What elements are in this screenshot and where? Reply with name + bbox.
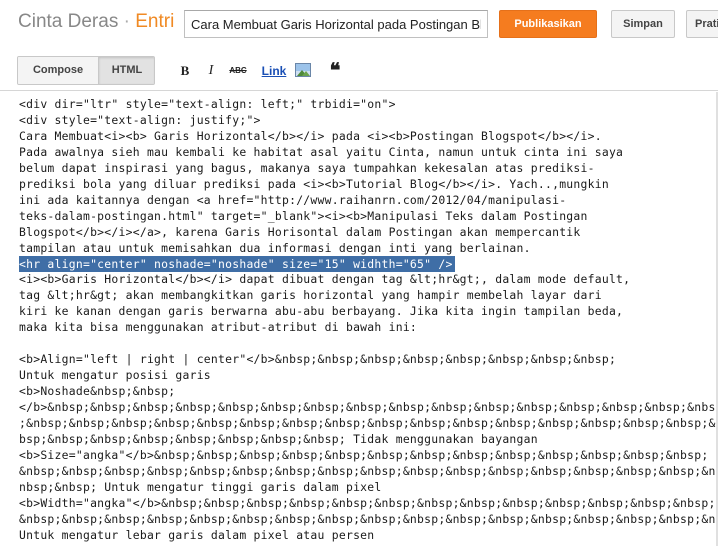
code-line: <b>Size="angka"</b>&nbsp;&nbsp;&nbsp;&nb… xyxy=(19,447,709,462)
code-line: Untuk mengatur posisi garis xyxy=(19,368,211,383)
blog-title[interactable]: Cinta Deras · Entri xyxy=(18,11,174,33)
code-line: <b>Width="angka"</b>&nbsp;&nbsp;&nbsp;&n… xyxy=(19,495,716,510)
code-line-selected: <hr align="center" noshade="noshade" siz… xyxy=(19,255,455,272)
tab-compose[interactable]: Compose xyxy=(18,57,98,84)
editor-header: Cinta Deras · Entri Publikasikan Simpan … xyxy=(0,0,718,48)
title-separator: · xyxy=(123,11,130,32)
code-line: &nbsp;&nbsp;&nbsp;&nbsp;&nbsp;&nbsp;&nbs… xyxy=(19,511,718,526)
preview-button[interactable]: Pratinjau xyxy=(686,10,718,38)
code-line: nbsp;&nbsp; Untuk mengatur tinggi garis … xyxy=(19,479,382,494)
editor-toolbar: Compose HTML B I ABC Link ❝ xyxy=(0,51,718,91)
code-line: <div dir="ltr" style="text-align: left;"… xyxy=(19,97,396,111)
code-line: </b>&nbsp;&nbsp;&nbsp;&nbsp;&nbsp;&nbsp;… xyxy=(19,400,718,415)
section-name: Entri xyxy=(135,11,175,32)
save-button[interactable]: Simpan xyxy=(611,10,675,38)
post-title-input[interactable] xyxy=(184,10,488,38)
code-line: bsp;&nbsp;&nbsp;&nbsp;&nbsp;&nbsp;&nbsp;… xyxy=(19,431,538,446)
code-line: kiri ke kanan dengan garis berwarna abu-… xyxy=(19,304,624,319)
code-line: teks-dalam-postingan.html" target="_blan… xyxy=(19,208,588,223)
mode-tabs: Compose HTML xyxy=(17,56,155,85)
quote-icon: ❝ xyxy=(329,60,341,82)
code-line: <b>Align="left | right | center"</b>&nbs… xyxy=(19,352,617,367)
insert-image-icon xyxy=(295,63,311,77)
code-line: Untuk mengatur lebar garis dalam pixel a… xyxy=(19,527,375,542)
strikethrough-button[interactable]: ABC xyxy=(228,61,248,81)
code-line: ;&nbsp;&nbsp;&nbsp;&nbsp;&nbsp;&nbsp;&nb… xyxy=(19,416,718,430)
code-line: &nbsp;&nbsp;&nbsp;&nbsp;&nbsp;&nbsp;&nbs… xyxy=(19,463,718,478)
code-line: tampilan atau untuk memisahkan dua infor… xyxy=(19,240,531,255)
bold-button[interactable]: B xyxy=(178,61,192,81)
link-button[interactable]: Link xyxy=(260,61,288,81)
code-line: <b>Noshade&nbsp;&nbsp; xyxy=(19,384,176,399)
code-line: Cara Membuat<i><b> Garis Horizontal</b><… xyxy=(19,128,602,143)
code-line: <i><b>Garis Horizontal</b></i> dapat dib… xyxy=(19,272,631,287)
italic-button[interactable]: I xyxy=(204,61,218,81)
code-line: ini ada kaitannya dengan <a href="http:/… xyxy=(19,192,567,207)
html-editor-textarea[interactable]: <div dir="ltr" style="text-align: left;"… xyxy=(0,92,718,546)
publish-button[interactable]: Publikasikan xyxy=(499,10,597,38)
code-line: Pada awalnya sieh mau kembali ke habitat… xyxy=(19,144,624,159)
blog-name: Cinta Deras xyxy=(18,11,119,32)
code-line: belum dapat inspirasi yang bagus, makany… xyxy=(19,160,595,175)
code-line: Blogspot</b></i></a>, karena Garis Horis… xyxy=(19,224,581,239)
code-line: <div style="text-align: justify;"> xyxy=(19,112,261,127)
toolbar-divider xyxy=(0,90,718,91)
quote-button[interactable]: ❝ xyxy=(326,61,344,81)
code-line: maka kita bisa menggunakan atribut-atrib… xyxy=(19,320,418,335)
tab-html[interactable]: HTML xyxy=(98,57,154,84)
code-line: prediksi bola yang diluar prediksi pada … xyxy=(19,176,609,191)
code-line: tag &lt;hr&gt; akan membangkitkan garis … xyxy=(19,288,602,303)
insert-image-button[interactable] xyxy=(294,61,314,81)
